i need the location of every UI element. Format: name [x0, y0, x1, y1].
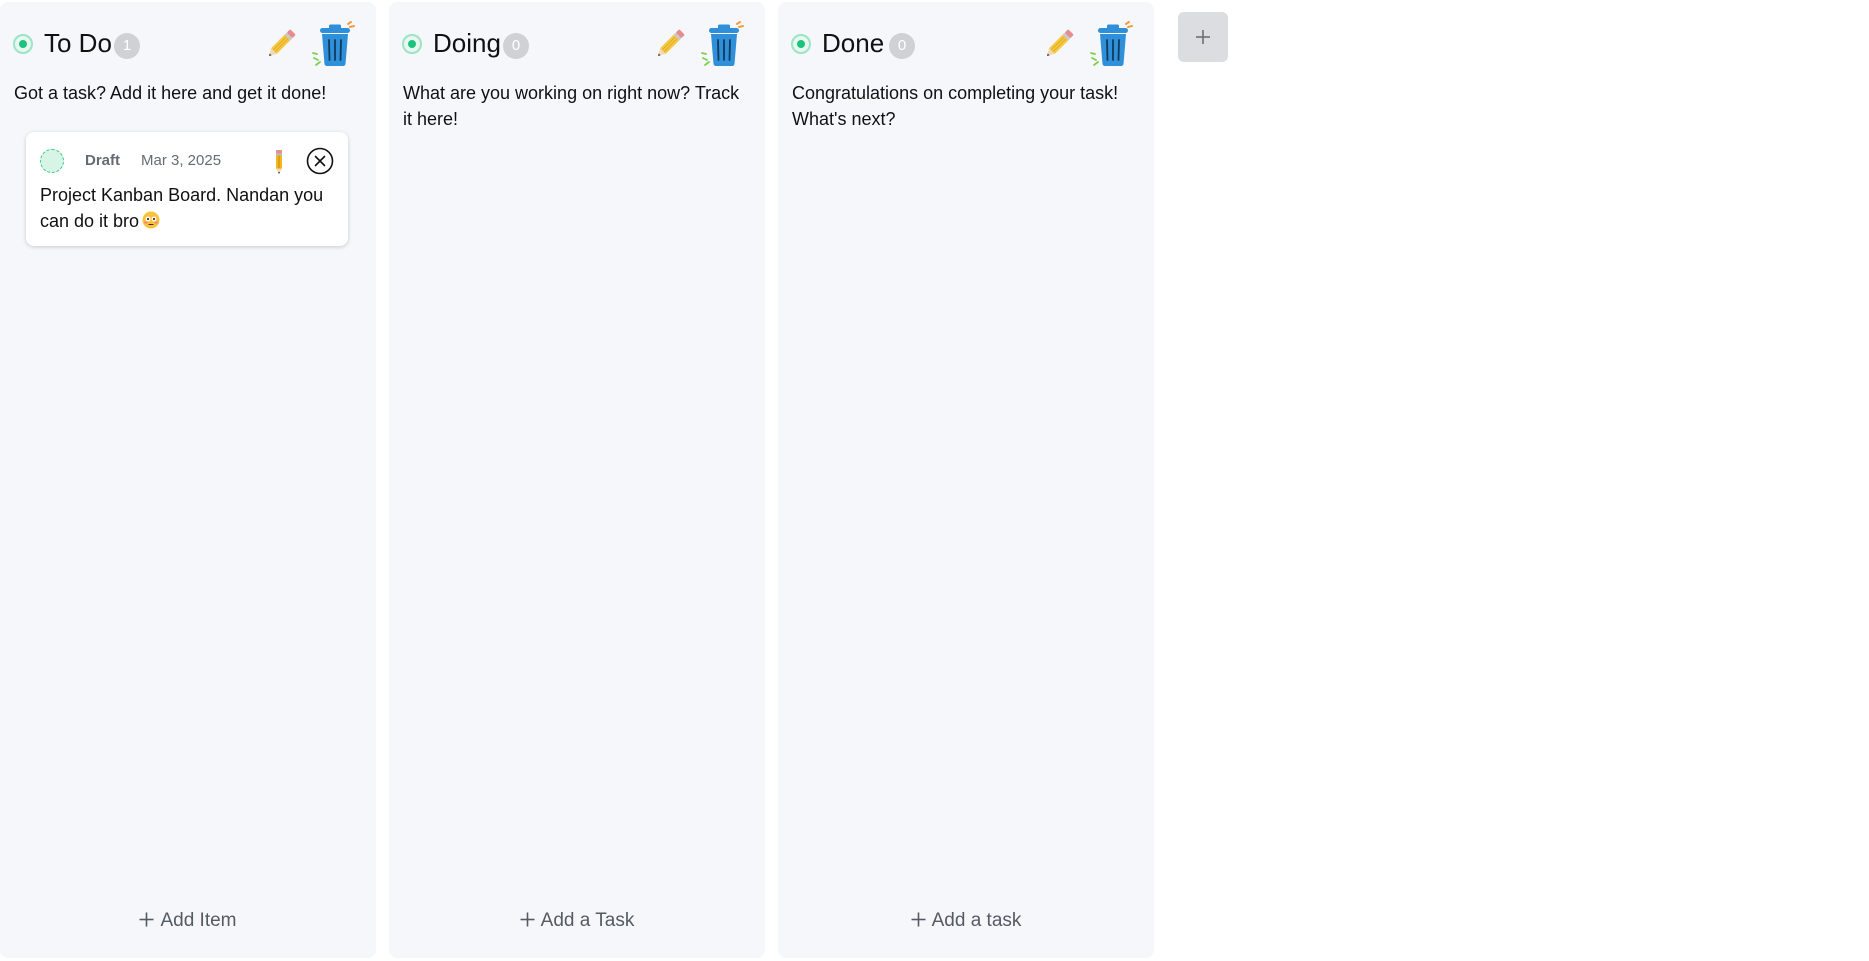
column-header: Doing 0	[389, 2, 765, 82]
task-text: Project Kanban Board. Nandan you can do …	[40, 185, 324, 231]
trash-can-icon	[701, 21, 744, 66]
column-doing: Doing 0 What are you working on right no…	[389, 2, 765, 958]
add-task-label: Add Item	[160, 910, 237, 931]
column-title[interactable]: To Do	[44, 26, 112, 60]
flushed-face-icon	[142, 211, 160, 229]
delete-task-button[interactable]	[306, 147, 334, 175]
add-column-button[interactable]	[1178, 12, 1228, 62]
delete-column-button[interactable]	[701, 20, 749, 68]
trash-can-icon	[1090, 21, 1133, 66]
add-task-button[interactable]: Add a task	[778, 910, 1154, 932]
plus-icon	[139, 912, 154, 927]
task-count-badge: 0	[503, 33, 529, 59]
plus-icon	[520, 912, 535, 927]
column-todo: To Do 1 Got a task? Add it here and get …	[0, 2, 376, 958]
delete-column-button[interactable]	[1090, 20, 1138, 68]
task-date: Mar 3, 2025	[141, 152, 222, 169]
column-status-icon	[13, 34, 33, 54]
plus-icon	[1196, 30, 1210, 44]
task-card[interactable]: Draft Mar 3, 2025 Project Kanban Board. …	[26, 132, 348, 246]
task-count-badge: 1	[114, 33, 140, 59]
task-status-icon[interactable]	[40, 149, 64, 173]
trash-can-icon	[312, 21, 355, 66]
edit-column-button[interactable]	[264, 26, 298, 62]
task-status-label: Draft	[85, 152, 121, 169]
column-done: Done 0 Congratulations on completing you…	[778, 2, 1154, 958]
pencil-icon	[1046, 29, 1074, 57]
edit-column-button[interactable]	[1042, 26, 1076, 62]
column-header: To Do 1	[0, 2, 376, 82]
column-description: What are you working on right now? Track…	[403, 83, 740, 129]
add-task-button[interactable]: Add a Task	[389, 910, 765, 932]
column-title[interactable]: Done	[822, 26, 884, 60]
column-description: Got a task? Add it here and get it done!	[14, 83, 327, 103]
pencil-icon	[268, 29, 296, 57]
pencil-icon	[276, 150, 282, 174]
column-status-icon	[402, 34, 422, 54]
column-status-icon	[791, 34, 811, 54]
task-text-wrapper: Project Kanban Board. Nandan you can do …	[40, 182, 340, 234]
add-task-button[interactable]: Add Item	[0, 910, 376, 932]
task-count-badge: 0	[889, 33, 915, 59]
column-description: Congratulations on completing your task!…	[792, 83, 1119, 129]
plus-icon	[911, 912, 926, 927]
add-task-label: Add a task	[931, 910, 1022, 931]
column-title[interactable]: Doing	[433, 26, 501, 60]
pencil-icon	[657, 29, 685, 57]
close-icon	[306, 147, 334, 175]
column-header: Done 0	[778, 2, 1154, 82]
edit-task-button[interactable]	[272, 149, 286, 175]
kanban-board: To Do 1 Got a task? Add it here and get …	[0, 0, 1869, 961]
edit-column-button[interactable]	[653, 26, 687, 62]
add-task-label: Add a Task	[540, 910, 635, 931]
delete-column-button[interactable]	[312, 20, 360, 68]
